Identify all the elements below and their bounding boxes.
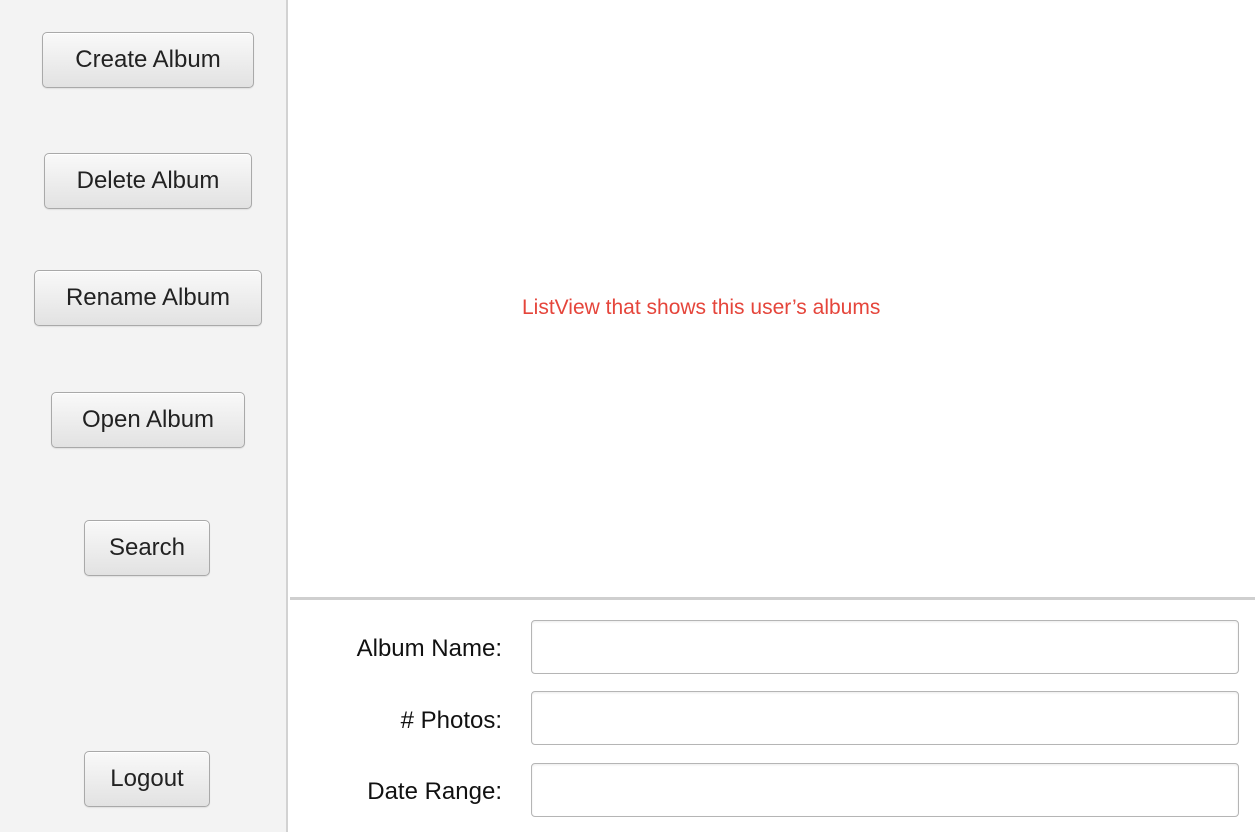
album-list-view[interactable]: ListView that shows this user’s albums [290, 0, 1255, 597]
rename-album-button[interactable]: Rename Album [34, 270, 262, 326]
albums-window: Create Album Delete Album Rename Album O… [0, 0, 1255, 832]
album-list-placeholder: ListView that shows this user’s albums [522, 296, 881, 319]
album-name-label: Album Name: [356, 635, 502, 662]
delete-album-button[interactable]: Delete Album [44, 153, 252, 209]
photo-count-label: # Photos: [400, 707, 502, 734]
date-range-label: Date Range: [367, 778, 502, 805]
logout-button[interactable]: Logout [84, 751, 210, 807]
album-details-panel: Album Name: # Photos: Date Range: [290, 600, 1255, 832]
sidebar: Create Album Delete Album Rename Album O… [0, 0, 288, 832]
date-range-field[interactable] [531, 763, 1239, 817]
open-album-button[interactable]: Open Album [51, 392, 245, 448]
search-button[interactable]: Search [84, 520, 210, 576]
create-album-button[interactable]: Create Album [42, 32, 254, 88]
photo-count-field[interactable] [531, 691, 1239, 745]
album-name-field[interactable] [531, 620, 1239, 674]
